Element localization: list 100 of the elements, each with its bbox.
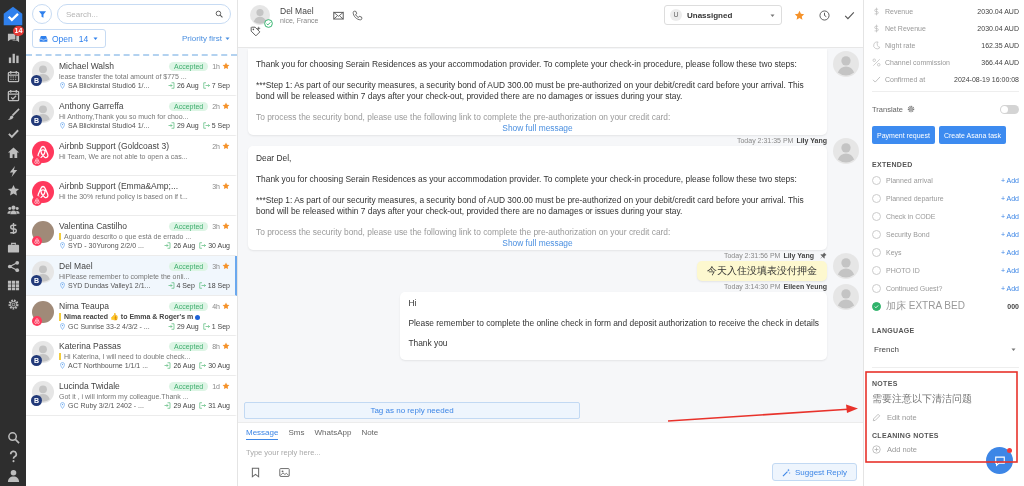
star-icon[interactable] (222, 222, 230, 230)
brush-icon[interactable] (6, 108, 20, 121)
unread-dot (195, 314, 201, 320)
grid-icon[interactable] (6, 279, 20, 292)
moon-icon (872, 41, 881, 50)
inbox-icon (39, 34, 48, 43)
caret-icon (224, 35, 231, 42)
avatar-icon (32, 341, 54, 363)
show-full-message-link[interactable]: Show full message (256, 238, 819, 248)
funnel-icon (37, 9, 47, 19)
message-text: Dear Del, (256, 153, 293, 164)
search-field[interactable]: Search... (57, 4, 231, 24)
channel-logo-icon (32, 316, 42, 326)
check-in-icon (164, 362, 172, 369)
contact-name: Airbnb Support (Emma&Amp;... (59, 181, 179, 191)
sort-dropdown[interactable]: Priority first (182, 34, 231, 43)
dollar-icon (872, 7, 881, 16)
pencil-icon (872, 412, 881, 422)
chat-icon (993, 454, 1006, 467)
message-text: Hi (408, 298, 418, 309)
message-text: Thank you for choosing Serain Residences as your accommodation provider. To complete your check-in procedure, please follow these two steps: (256, 174, 798, 185)
star-icon[interactable] (222, 302, 230, 310)
clock-icon[interactable] (819, 9, 830, 21)
logo-icon (32, 181, 54, 203)
location-pin-icon (59, 402, 66, 409)
channel-logo-icon (32, 236, 42, 246)
avatar-icon (250, 5, 270, 25)
check-out-icon (199, 242, 207, 249)
settings-icon[interactable] (907, 105, 915, 113)
avatar-icon (833, 138, 859, 164)
image-icon[interactable] (279, 466, 290, 478)
star-icon[interactable] (222, 382, 230, 390)
checkmark-icon (872, 75, 881, 84)
avatar-icon (833, 284, 859, 310)
tag-add-icon[interactable] (250, 26, 261, 37)
contact-name: Anthony Garreffa (59, 101, 124, 111)
chat-icon[interactable] (6, 32, 20, 45)
calendar-icon[interactable] (6, 70, 20, 83)
calendar-check-icon[interactable] (6, 89, 20, 102)
suggest-reply-button[interactable]: Suggest Reply (771, 463, 857, 481)
check-out-icon (199, 362, 207, 369)
message-text: Please remember to complete the online check in form and deposit authorization to receive the check in details (408, 318, 819, 329)
contact-name: Michael Walsh (59, 61, 114, 71)
logo-icon[interactable] (3, 6, 23, 26)
user-icon[interactable] (6, 469, 20, 482)
bookmark-icon[interactable] (250, 466, 261, 478)
share-icon[interactable] (6, 260, 20, 273)
chart-icon[interactable] (6, 51, 20, 64)
dollar-icon (872, 24, 881, 33)
contact-name: Nima Teaupa (59, 301, 109, 311)
contact-name: Airbnb Support (Goldcoast 3) (59, 141, 170, 151)
message-text: To process the security bond, please use the following link to complete the pre-authorization on your credit card: (256, 112, 672, 123)
star-icon[interactable] (222, 182, 230, 190)
message-text: Thank you for choosing Serain Residences as your accommodation provider. To complete your check-in procedure, please follow these two steps: (256, 59, 798, 70)
home-icon[interactable] (6, 146, 20, 159)
location-pin-icon (59, 323, 66, 330)
briefcase-icon[interactable] (6, 241, 20, 254)
message-text: Thank you (408, 338, 449, 349)
reply-tab[interactable]: Sms (288, 426, 305, 440)
contact-name: Del Mael (280, 6, 315, 16)
reply-tab[interactable]: WhatsApp (314, 426, 352, 440)
avatar-icon (833, 253, 859, 279)
star-icon[interactable] (222, 62, 230, 70)
star-icon[interactable] (222, 142, 230, 150)
check-in-icon (167, 122, 175, 129)
star-icon[interactable] (6, 184, 20, 197)
search-icon[interactable] (6, 431, 20, 444)
check-in-icon (167, 323, 175, 330)
translate-toggle[interactable] (1000, 104, 1019, 114)
checkmark-icon[interactable] (844, 9, 855, 21)
star-icon[interactable] (222, 342, 230, 350)
tag-no-reply-button[interactable]: Tag as no reply needed (244, 402, 580, 419)
check-out-icon (202, 122, 210, 129)
contact-name: Katerina Passas (59, 341, 121, 351)
location-pin-icon (59, 122, 66, 129)
magic-wand-icon (781, 467, 791, 477)
star-icon[interactable] (794, 9, 805, 21)
check-out-icon (199, 402, 207, 409)
avatar-icon (32, 101, 54, 123)
avatar-icon (32, 381, 54, 403)
check-out-icon (198, 282, 206, 289)
status-checkbox[interactable] (872, 301, 881, 311)
checkmark-icon[interactable] (6, 127, 20, 140)
language-dropdown[interactable]: French (872, 339, 1019, 359)
star-icon[interactable] (222, 262, 230, 270)
check-in-icon (167, 82, 175, 89)
search-icon (215, 10, 223, 18)
users-icon[interactable] (6, 203, 20, 216)
check-in-icon (167, 282, 175, 289)
phone-icon[interactable] (351, 9, 363, 21)
mail-icon[interactable] (332, 9, 344, 21)
check-in-icon (164, 242, 172, 249)
reply-tab[interactable]: Note (361, 426, 379, 440)
message-text: ***Step 1: As part of our security measures, a security bond of AUD 300.00 must be pre-authorized on your debit/credit card before your arrival. This bond will be released within 7 days after your check-out, provided there are no damages or issues during your stay. (256, 80, 805, 102)
star-icon[interactable] (222, 102, 230, 110)
settings-icon[interactable] (6, 298, 20, 311)
show-full-message-link[interactable]: Show full message (256, 123, 819, 133)
status-dropdown[interactable]: Open 14 (32, 29, 107, 48)
field-label: 加床 EXTRA BED (886, 299, 965, 313)
message-text: To process the security bond, please use the following link to complete the pre-authorization on your credit card: (256, 227, 672, 238)
